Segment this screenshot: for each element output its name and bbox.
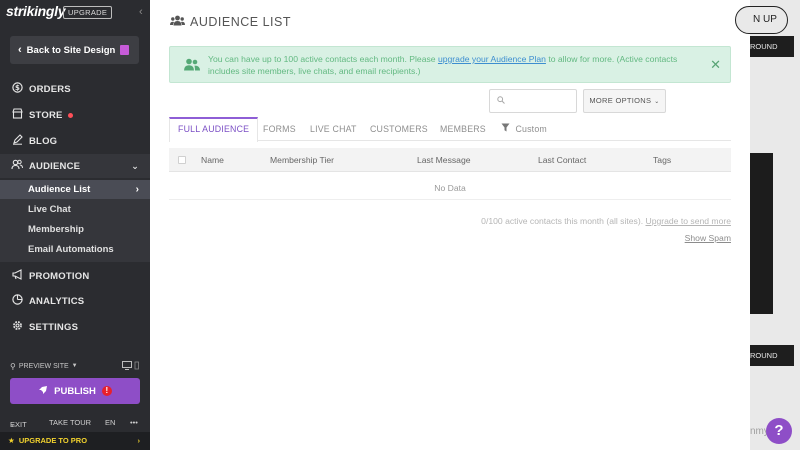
sidebar-footer: ← EXIT TAKE TOUR EN ••• <box>0 416 150 430</box>
background-round-button: ROUND <box>750 36 794 57</box>
device-toggle[interactable] <box>122 361 140 372</box>
gear-icon <box>10 320 24 334</box>
select-all-checkbox[interactable] <box>178 156 186 164</box>
dollar-circle-icon: $ <box>10 82 24 96</box>
publish-button[interactable]: PUBLISH ! <box>10 378 140 404</box>
banner-message: You can have up to 100 active contacts e… <box>208 54 708 77</box>
filter-icon <box>501 123 512 134</box>
column-header-membership-tier[interactable]: Membership Tier <box>270 148 334 172</box>
nav-store-label: STORE <box>29 109 63 121</box>
exit-label: EXIT <box>10 420 27 429</box>
users-icon <box>10 159 24 173</box>
audience-panel: AUDIENCE LIST You can have up to 100 act… <box>150 0 750 450</box>
users-icon <box>170 15 185 29</box>
nav-analytics[interactable]: ANALYTICS <box>0 289 150 313</box>
svg-text:$: $ <box>14 84 19 92</box>
column-header-tags[interactable]: Tags <box>653 148 671 172</box>
column-header-name[interactable]: Name <box>201 148 224 172</box>
nav-orders[interactable]: $ ORDERS <box>0 77 150 101</box>
chevron-down-icon: ⌄ <box>131 160 139 171</box>
store-notification-dot <box>67 112 73 118</box>
banner-text-before: You can have up to 100 active contacts e… <box>208 54 438 64</box>
take-tour-link[interactable]: TAKE TOUR <box>49 418 91 427</box>
column-header-last-message[interactable]: Last Message <box>417 148 471 172</box>
tab-members[interactable]: MEMBERS <box>440 117 486 141</box>
collapse-sidebar-icon[interactable]: ‹ <box>139 6 143 18</box>
site-thumbnail-icon <box>120 45 129 55</box>
upgrade-to-pro-bar[interactable]: ★ UPGRADE TO PRO › <box>0 432 150 450</box>
nav-audience-label: AUDIENCE <box>29 160 81 172</box>
contact-limit-banner: You can have up to 100 active contacts e… <box>169 46 731 83</box>
back-to-site-design-button[interactable]: ‹ Back to Site Design <box>10 36 139 64</box>
more-options-icon[interactable]: ••• <box>130 418 138 427</box>
strikingly-logo[interactable]: strikingly <box>6 3 66 19</box>
upgrade-audience-plan-link[interactable]: upgrade your Audience Plan <box>438 54 546 64</box>
search-icon: ⚲ <box>10 361 16 371</box>
pie-chart-icon <box>10 294 24 308</box>
caret-down-icon: ▼ <box>71 363 78 369</box>
tab-custom[interactable]: Custom <box>501 117 547 141</box>
tab-forms[interactable]: FORMS <box>263 117 296 141</box>
logo-row: strikingly UPGRADE ‹ <box>0 0 150 26</box>
upgrade-badge[interactable]: UPGRADE <box>63 6 113 19</box>
show-spam-link[interactable]: Show Spam <box>685 233 731 243</box>
tab-custom-label: Custom <box>515 124 547 134</box>
subnav-audience-list[interactable]: Audience List › <box>0 180 150 199</box>
chevron-down-icon: ⌄ <box>654 99 660 105</box>
nav-settings[interactable]: SETTINGS <box>0 315 150 339</box>
nav-store[interactable]: STORE <box>0 103 150 127</box>
tab-full-audience[interactable]: FULL AUDIENCE <box>169 117 259 142</box>
upgrade-to-pro-label: UPGRADE TO PRO <box>18 436 88 445</box>
more-options-button[interactable]: MORE OPTIONS ⌄ <box>583 89 666 113</box>
sidebar: strikingly UPGRADE ‹ ‹ Back to Site Desi… <box>0 0 150 450</box>
close-icon[interactable]: ✕ <box>710 57 721 73</box>
publish-label: PUBLISH <box>54 385 96 397</box>
nav-analytics-label: ANALYTICS <box>29 295 85 307</box>
page-title-text: AUDIENCE LIST <box>190 15 291 29</box>
help-button[interactable]: ? <box>766 418 792 444</box>
table-header: Name Membership Tier Last Message Last C… <box>169 148 731 172</box>
nav-promotion[interactable]: PROMOTION <box>0 264 150 288</box>
active-contacts-status: 0/100 active contacts this month (all si… <box>481 216 731 226</box>
rocket-icon <box>38 385 48 398</box>
nav-blog[interactable]: BLOG <box>0 129 150 153</box>
language-selector[interactable]: EN <box>105 418 115 427</box>
column-header-last-contact[interactable]: Last Contact <box>538 148 586 172</box>
storefront-icon <box>10 108 24 122</box>
nav-audience[interactable]: AUDIENCE ⌄ <box>0 154 150 178</box>
page-title: AUDIENCE LIST <box>170 15 291 29</box>
preview-site-label: PREVIEW SITE <box>18 362 69 370</box>
active-contacts-text: 0/100 active contacts this month (all si… <box>481 216 644 226</box>
audience-submenu: Audience List › Live Chat Membership Ema… <box>0 180 150 262</box>
chevron-left-icon: ‹ <box>18 44 22 56</box>
tab-customers[interactable]: CUSTOMERS <box>370 117 428 141</box>
search-input[interactable] <box>489 89 577 113</box>
more-options-label: MORE OPTIONS <box>589 96 652 105</box>
subnav-membership[interactable]: Membership <box>0 220 150 239</box>
nav-promotion-label: PROMOTION <box>29 270 90 282</box>
pen-icon <box>10 134 24 148</box>
chevron-right-icon: › <box>135 184 139 195</box>
subnav-audience-list-label: Audience List <box>28 184 91 195</box>
background-round-button-2: ROUND <box>750 345 794 366</box>
publish-alert-badge: ! <box>101 386 112 396</box>
users-icon <box>184 58 200 74</box>
megaphone-icon <box>10 269 24 283</box>
nav-settings-label: SETTINGS <box>29 321 79 333</box>
chevron-right-icon: › <box>137 436 141 445</box>
back-button-label: Back to Site Design <box>26 44 116 56</box>
background-dark-block <box>750 153 773 314</box>
subnav-email-automations[interactable]: Email Automations <box>0 240 150 259</box>
star-icon: ★ <box>8 436 15 445</box>
search-icon <box>497 96 505 106</box>
subnav-live-chat[interactable]: Live Chat <box>0 200 150 219</box>
preview-site-control[interactable]: ⚲ PREVIEW SITE ▼ <box>10 360 140 372</box>
empty-table-message: No Data <box>169 176 731 200</box>
nav-blog-label: BLOG <box>29 135 58 147</box>
nav-orders-label: ORDERS <box>29 83 71 95</box>
audience-tabs: FULL AUDIENCE FORMS LIVE CHAT CUSTOMERS … <box>169 117 731 142</box>
tab-live-chat[interactable]: LIVE CHAT <box>310 117 357 141</box>
upgrade-to-send-more-link[interactable]: Upgrade to send more <box>645 216 731 226</box>
background-signup-button: N UP <box>735 6 788 34</box>
